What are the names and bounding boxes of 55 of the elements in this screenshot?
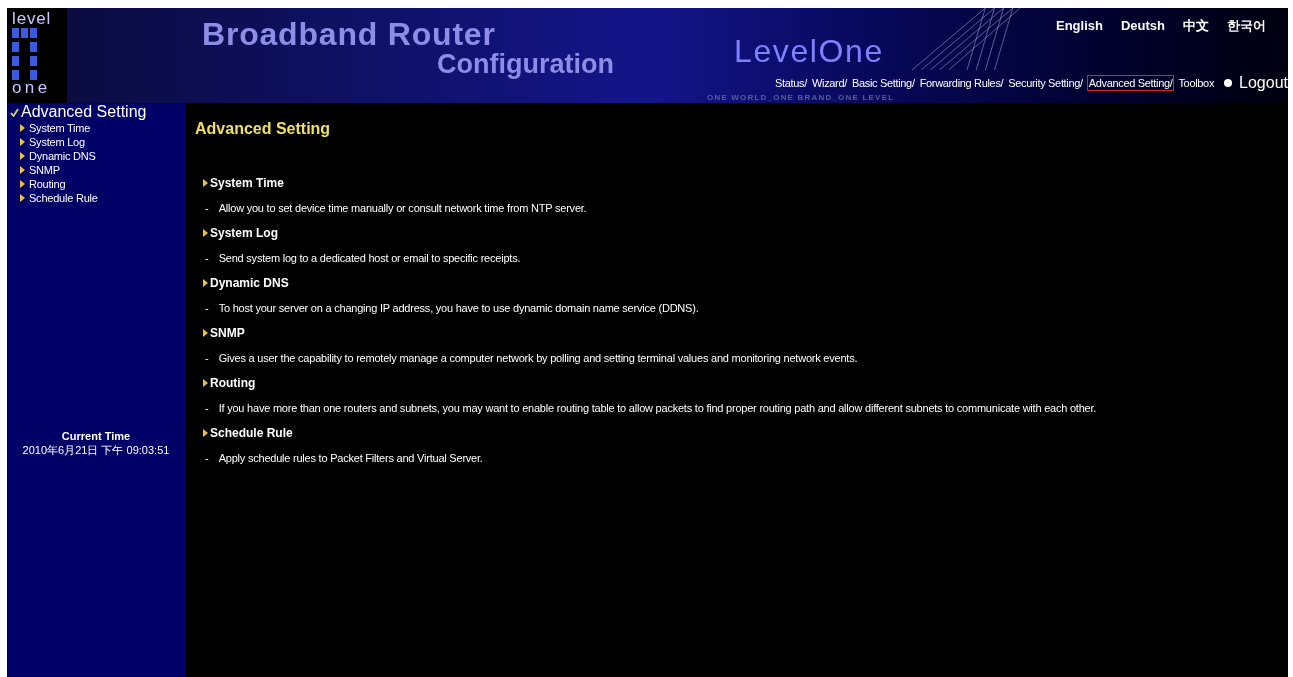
sidebar-title: Advanced Setting [21,103,147,121]
slogan-text: ONE WORLD_ONE BRAND_ONE LEVEL [707,93,895,102]
dash-marker: - [205,200,209,216]
nav-link[interactable]: Security Setting/ [1007,75,1084,91]
dash-marker: - [205,300,209,316]
arrow-icon [203,279,208,287]
dash-marker: - [205,450,209,466]
sidebar-link[interactable]: System Log [29,135,85,149]
section-description: Send system log to a dedicated host or email to specific receipts. [218,250,521,266]
section-description: Apply schedule rules to Packet Filters and Virtual Server. [218,450,483,466]
logo-grid-icon [12,28,38,80]
page-title: Advanced Setting [195,119,331,139]
section-heading: SNMP [210,325,245,342]
section-heading: Routing [210,375,256,392]
section-heading: System Log [210,225,278,242]
arrow-icon [203,429,208,437]
logo-text: one [12,80,51,96]
logo-text: level [12,10,52,28]
logout-link[interactable]: Logout [1239,74,1288,92]
nav-link[interactable]: Toolbox [1177,75,1216,91]
banner-subtitle: Configuration [437,50,614,78]
section-description: Allow you to set device time manually or consult network time from NTP server. [218,200,587,216]
dash-marker: - [205,350,209,366]
nav-link[interactable]: Status/ [774,75,808,91]
section-heading: System Time [210,175,284,192]
sidebar-link[interactable]: System Time [29,121,91,135]
language-link[interactable]: 中文 [1183,16,1209,36]
arrow-icon [203,329,208,337]
nav-link[interactable]: Forwarding Rules/ [918,75,1005,91]
sidebar-link[interactable]: Dynamic DNS [29,149,96,163]
nav-link[interactable]: Wizard/ [811,75,848,91]
brand-logo-text: LevelOne [734,34,884,68]
sidebar-link[interactable]: Schedule Rule [29,191,98,205]
nav-link[interactable]: Basic Setting/ [851,75,916,91]
clock-value: 2010年6月21日 下午 09:03:51 [22,443,170,457]
arrow-icon [203,379,208,387]
language-link[interactable]: English [1056,16,1103,36]
language-link[interactable]: Deutsh [1120,16,1165,36]
checkmark-icon [10,107,19,117]
nav-link[interactable]: Advanced Setting/ [1086,75,1175,91]
section-description: Gives a user the capability to remotely manage a computer network by polling and setting terminal values and monitoring network events. [218,350,858,366]
arrow-icon [203,229,208,237]
arrow-icon [203,179,208,187]
bullet-icon [1224,79,1233,87]
sidebar-link[interactable]: SNMP [29,163,60,177]
banner-title: Broadband Router [202,18,497,50]
sidebar-link[interactable]: Routing [29,177,66,191]
section-description: If you have more than one routers and subnets, you may want to enable routing table to allow packets to find proper routing path and allow different subnets to communicate with each other. [218,400,1097,416]
dash-marker: - [205,250,209,266]
clock-label: Current Time [61,430,131,443]
language-link[interactable]: 한국어 [1227,16,1266,36]
section-heading: Schedule Rule [210,425,293,442]
dash-marker: - [205,400,209,416]
section-heading: Dynamic DNS [210,275,289,292]
section-description: To host your server on a changing IP address, you have to use dynamic domain name service (DDNS). [218,300,699,316]
